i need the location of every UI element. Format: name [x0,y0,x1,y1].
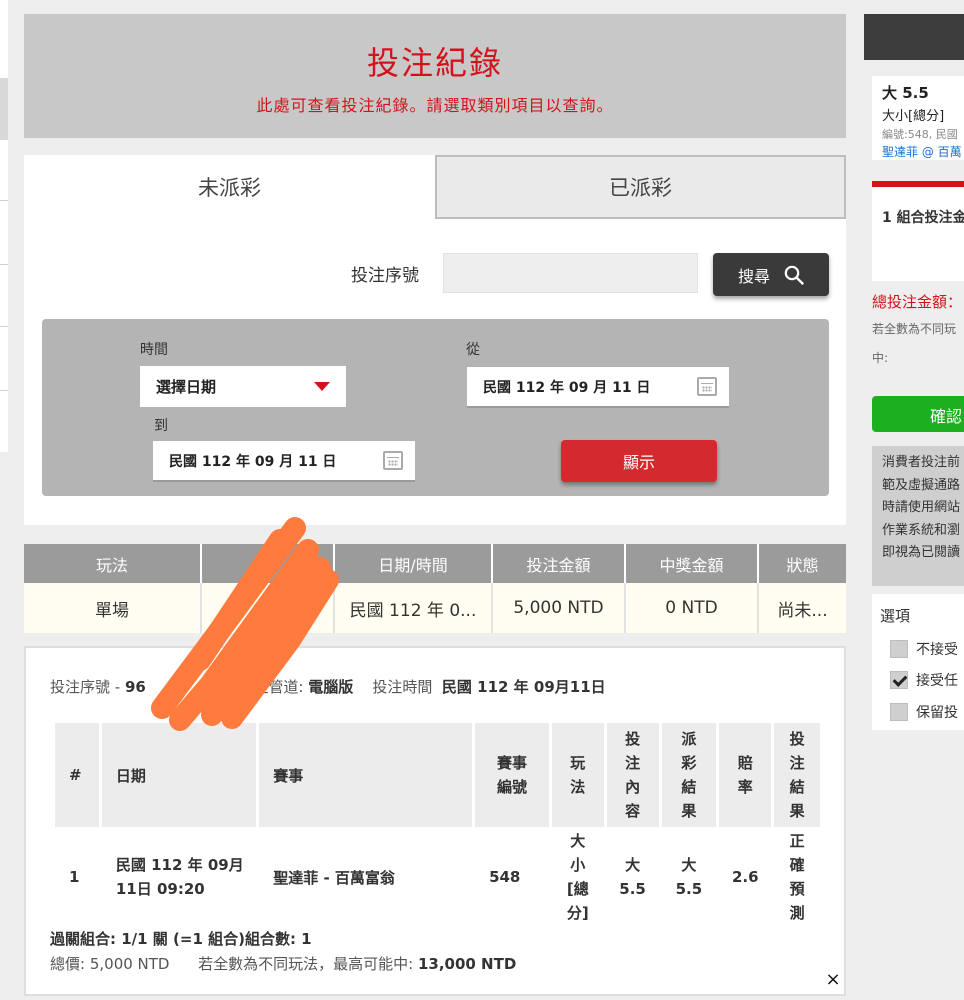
checkbox-checked[interactable] [890,671,908,689]
bet-time-label: 投注時間 [372,678,433,696]
column-header: # [55,723,99,827]
table-cell: 民國 112 年 09月 11日 09:20 [115,856,244,898]
from-date-value: 民國 112 年 09 月 11 日 [483,379,651,396]
selection-market: 大小[總分] [882,109,945,124]
table-cell: 正 確 預 測 [789,832,805,922]
sidebar-divider [0,200,8,201]
column-header: 派 彩 結 果 [661,723,717,827]
date-range-select[interactable]: 選擇日期 [140,366,346,407]
close-icon[interactable]: × [822,968,844,990]
column-header: 投 注 內 容 [606,723,659,827]
max-win-value: 13,000 NTD [417,955,517,973]
page-subtitle: 此處可查看投注紀錄。請選取類別項目以查詢。 [256,96,614,115]
table-cell: 2.6 [731,868,759,886]
date-range-select-value: 選擇日期 [156,378,217,396]
selection-meta: 編號:548, 民國 [882,128,958,141]
combo-stake-box: 1 組合投注金 [872,187,964,281]
query-panel: 未派彩 已派彩 投注序號 搜尋 時間 選擇日期 從 民國 112 年 09 月 … [24,155,846,525]
option-label: 保留投 [916,705,958,721]
column-header: 投 注 結 果 [774,723,820,827]
sidebar-band [0,78,8,140]
table-cell: 聖達菲 - 百萬富翁 [273,868,395,887]
confirm-button[interactable]: 確認 [872,396,964,432]
search-button-label: 搜尋 [737,266,770,286]
column-header: 中獎金額 [626,544,759,583]
left-sidebar-strip [0,0,8,452]
column-header: 投注金額 [493,544,626,583]
table-cell: 548 [489,868,521,886]
max-win-label: 若全數為不同玩法，最高可能中: [198,955,414,973]
from-label: 從 [466,342,480,358]
table-cell: 1 [69,868,80,886]
price-summary: 總價: 5,000 NTD 若全數為不同玩法，最高可能中: 13,000 NTD [50,953,516,974]
table-cell: 尚未... [777,600,828,621]
bet-slip-selection[interactable]: 大 5.5 大小[總分] 編號:548, 民國 聖達菲 @ 百萬 [872,76,964,160]
table-cell: 大 5.5 [675,856,703,898]
terms-line: 即視為已閱讀 [882,545,961,560]
column-header: 狀態 [759,544,846,583]
search-label: 投注序號 [351,266,419,286]
sidebar-divider [0,390,8,391]
selection-match: 聖達菲 @ 百萬 [882,145,962,159]
checkbox[interactable] [890,640,908,658]
selection-title: 大 5.5 [882,84,929,102]
options-box: 選項 不接受 接受任 保留投 [872,594,964,730]
total-stake-label: 總投注金額： [872,293,963,311]
slip-note: 若全數為不同玩 [872,322,957,336]
option-label: 接受任 [916,673,958,689]
serial-label: 投注序號 [50,678,111,696]
option-item[interactable]: 接受任 [890,670,958,690]
combo-stake-label: 1 組合投注金 [882,210,964,226]
option-item[interactable]: 保留投 [890,702,958,722]
terms-line: 時請使用網站 [882,500,961,515]
combo-summary: 過關組合: 1/1 關 (=1 組合)組合數: 1 [50,930,312,948]
tab-unsettled[interactable]: 未派彩 [24,155,435,219]
sidebar-divider [0,264,8,265]
search-icon [784,265,804,285]
bet-slip-header [864,14,964,60]
terms-box: 消費者投注前 範及虛擬通路 時請使用網站 作業系統和瀏 即視為已閱讀 [872,446,964,586]
option-label: 不接受 [916,642,958,658]
slip-note-2: 中: [872,351,889,365]
redaction-scribble [151,517,339,731]
bet-time-value: 民國 112 年 09月11日 [441,678,606,696]
table-cell: 民國 112 年 0... [335,583,493,633]
time-label: 時間 [140,342,168,358]
bet-detail-table: # 日期 賽事 賽事 編號 玩 法 投 注 內 容 派 彩 結 果 賠 率 投 … [52,723,823,927]
options-title: 選項 [880,607,911,625]
tab-settled[interactable]: 已派彩 [435,155,846,219]
page-header: 投注紀錄 此處可查看投注紀錄。請選取類別項目以查詢。 [24,14,846,138]
terms-line: 作業系統和瀏 [882,522,961,538]
column-header: 玩 法 [551,723,604,827]
option-item[interactable]: 不接受 [890,639,958,659]
checkbox[interactable] [890,703,908,721]
page-title: 投注紀錄 [366,44,503,82]
confirm-button-label: 確認 [930,407,963,426]
show-button[interactable]: 顯示 [561,440,717,482]
table-cell: 大 小 [總 分] [566,832,589,922]
to-label: 到 [154,418,168,434]
column-header: 賽事 編號 [475,723,549,827]
sidebar-divider [0,326,8,327]
column-header: 日期/時間 [335,544,493,583]
from-date-input[interactable]: 民國 112 年 09 月 11 日 [467,367,729,408]
table-row: 1 民國 112 年 09月 11日 09:20 聖達菲 - 百萬富翁 548 … [55,827,820,927]
calendar-icon[interactable] [697,377,717,396]
date-filter-box: 時間 選擇日期 從 民國 112 年 09 月 11 日 到 民國 112 年 … [42,319,829,496]
terms-line: 消費者投注前 [882,455,961,470]
to-date-value: 民國 112 年 09 月 11 日 [169,453,337,470]
table-cell: 5,000 NTD [493,583,626,633]
to-date-input[interactable]: 民國 112 年 09 月 11 日 [153,441,415,482]
table-cell: 0 NTD [626,583,759,633]
table-cell: 大 5.5 [619,856,646,898]
search-button[interactable]: 搜尋 [713,253,829,296]
terms-line: 範及虛擬通路 [882,477,961,493]
bet-serial-input[interactable] [443,253,698,293]
total-value: 5,000 NTD [89,955,170,973]
column-header: 賠 率 [719,723,772,827]
caret-down-icon [314,382,330,391]
total-label: 總價: [50,955,86,973]
calendar-icon[interactable] [383,451,403,470]
